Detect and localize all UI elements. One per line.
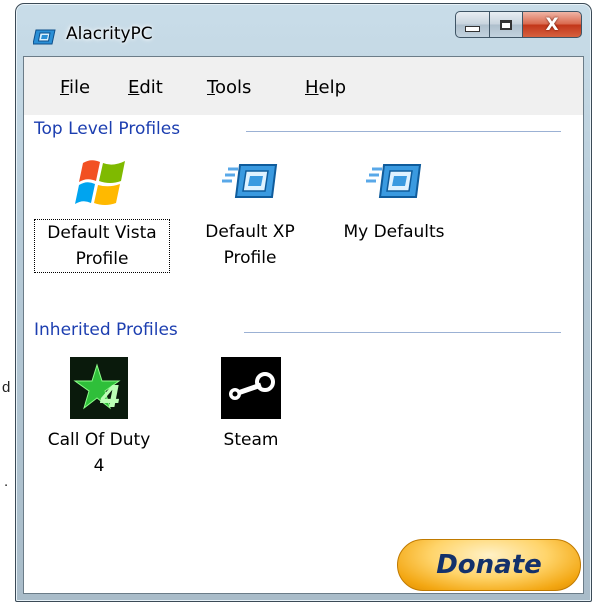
svg-text:4: 4 <box>99 380 121 415</box>
app-icon <box>33 29 56 45</box>
profile-my-defaults[interactable]: My Defaults <box>329 155 459 245</box>
window-title: AlacrityPC <box>66 24 153 44</box>
call-of-duty-4-icon: 4 <box>70 357 128 419</box>
alacrity-profile-icon <box>366 164 422 198</box>
steam-icon <box>221 357 281 419</box>
menu-help-mnemonic: H <box>305 77 319 98</box>
group-divider <box>246 131 561 132</box>
client-area: File Edit Tools Help Top Level Profiles … <box>23 56 584 594</box>
background-text-fragment: . <box>4 473 9 490</box>
group-header-top-level: Top Level Profiles <box>34 119 181 139</box>
menu-help-label: elp <box>318 77 347 98</box>
menu-file-label: ile <box>69 77 91 98</box>
profile-label: Profile <box>75 249 129 269</box>
profile-steam[interactable]: Steam <box>199 357 303 453</box>
menu-edit-mnemonic: E <box>128 77 140 98</box>
app-window: AlacrityPC X File Edit Tools Help Top Le… <box>15 3 592 602</box>
background-text-fragment: d <box>2 379 11 396</box>
menu-help[interactable]: Help <box>305 77 346 98</box>
menu-edit-label: dit <box>139 77 163 98</box>
donate-button[interactable]: Donate <box>397 539 581 591</box>
caption-buttons: X <box>455 11 582 39</box>
profile-label: Call Of Duty <box>47 430 151 450</box>
windows-logo-icon <box>75 160 125 205</box>
close-button[interactable]: X <box>522 11 582 38</box>
profile-label: My Defaults <box>343 222 445 242</box>
profile-label: Default XP <box>205 222 295 242</box>
maximize-button[interactable] <box>490 11 522 38</box>
menu-tools-label: ools <box>214 77 252 98</box>
profile-label: Profile <box>223 248 277 268</box>
profile-label: 4 <box>93 456 105 476</box>
profile-label: Default Vista <box>47 223 157 243</box>
menu-bar: File Edit Tools Help <box>24 57 583 115</box>
minimize-button[interactable] <box>455 11 490 38</box>
profile-label-focused: Default Vista Profile <box>34 219 170 273</box>
menu-edit[interactable]: Edit <box>128 77 163 98</box>
alacrity-profile-icon <box>222 164 278 198</box>
profile-default-xp[interactable]: Default XP Profile <box>190 155 310 271</box>
profile-default-vista[interactable]: Default Vista Profile <box>34 155 170 273</box>
group-header-inherited: Inherited Profiles <box>34 320 178 340</box>
profile-call-of-duty-4[interactable]: 4 Call Of Duty 4 <box>34 357 164 479</box>
group-divider <box>244 332 561 333</box>
menu-tools-mnemonic: T <box>207 77 215 98</box>
maximize-icon <box>500 19 512 30</box>
profile-list: Top Level Profiles Default Vista Profile <box>24 115 583 593</box>
minimize-icon <box>465 26 480 32</box>
menu-tools[interactable]: Tools <box>207 77 251 98</box>
menu-file[interactable]: File <box>60 77 90 98</box>
profile-label: Steam <box>223 430 279 450</box>
close-icon: X <box>545 14 559 35</box>
title-bar[interactable]: AlacrityPC X <box>16 4 591 56</box>
menu-file-mnemonic: F <box>60 77 70 98</box>
